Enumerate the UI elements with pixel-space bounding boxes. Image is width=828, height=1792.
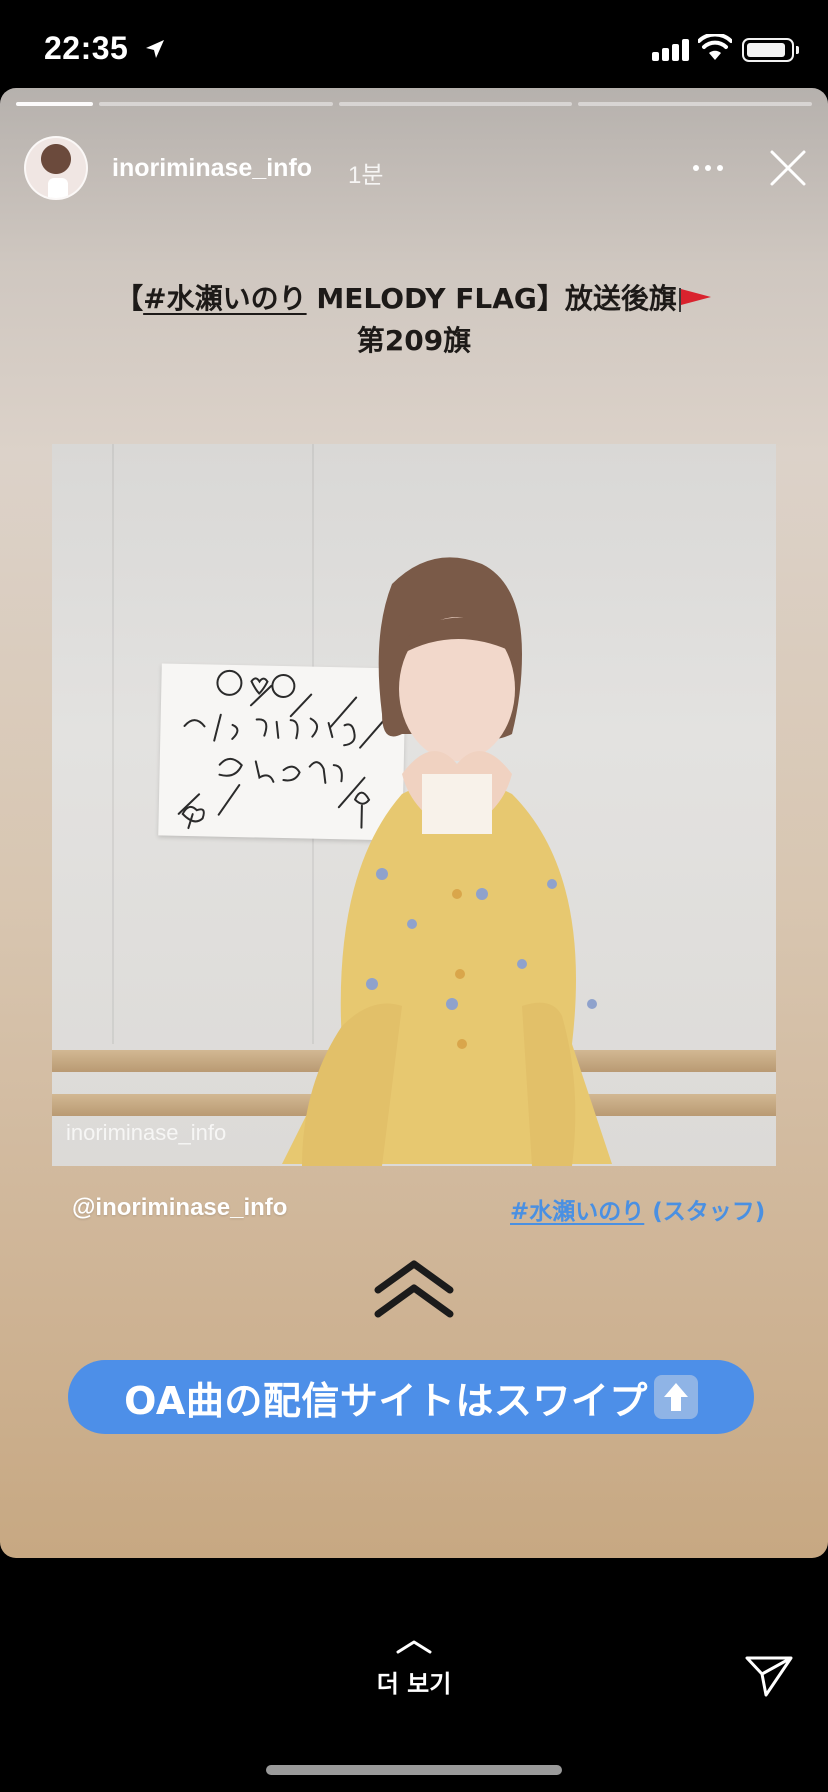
wifi-icon [698,34,732,60]
status-bar: 22:35 [0,0,828,88]
close-icon[interactable] [766,146,810,190]
location-arrow-icon [146,40,164,58]
title-text: MELODY FLAG】放送後旗 [306,282,677,315]
username[interactable]: inoriminase_info [112,154,312,183]
story-header: inoriminase_info 1분 [0,124,828,208]
cta-label: OA曲の配信サイトはスワイプ [124,1378,648,1423]
home-indicator [266,1765,562,1775]
time-ago: 1분 [348,162,384,189]
story-photo: inoriminase_info [52,444,776,1166]
swipe-up-cta[interactable]: OA曲の配信サイトはスワイプ [68,1360,754,1434]
photo-watermark: inoriminase_info [66,1120,227,1145]
hashtag-suffix: (スタッフ) [644,1199,766,1225]
status-time: 22:35 [44,30,129,66]
avatar[interactable] [24,136,88,200]
hashtag-sticker[interactable]: #水瀬いのり (スタッフ) [510,1192,765,1226]
instagram-story-screen: 22:35 inoriminase_info 1분 【#水瀬いのり MELODY… [0,0,828,1792]
progress-segment [578,102,813,106]
title-line-1: 【#水瀬いのり MELODY FLAG】放送後旗 [60,278,768,320]
up-arrow-icon [653,1375,698,1419]
more-horizontal-icon[interactable] [688,154,728,182]
story-card[interactable]: inoriminase_info 1분 【#水瀬いのり MELODY FLAG】… [0,88,828,1558]
double-chevron-up-icon[interactable] [372,1256,456,1322]
progress-segment [338,102,573,106]
see-more-label: 더 보기 [376,1670,452,1698]
title-hashtag[interactable]: #水瀬いのり [143,282,306,315]
see-more-button[interactable]: 더 보기 [340,1638,488,1708]
send-icon[interactable] [744,1654,794,1698]
person-figure [282,557,612,1166]
progress-segment [16,102,94,106]
red-flag-icon [678,288,711,312]
mention-sticker[interactable]: @inoriminase_info [72,1194,287,1222]
battery-icon [742,38,799,62]
title-bracket: 【 [115,282,144,315]
story-title: 【#水瀬いのり MELODY FLAG】放送後旗 第209旗 [60,278,768,362]
story-progress-bar [16,102,813,106]
title-line-2: 第209旗 [356,324,472,357]
hashtag-text: #水瀬いのり [510,1199,645,1225]
chevron-up-icon [396,1640,432,1654]
progress-segment [99,102,333,106]
